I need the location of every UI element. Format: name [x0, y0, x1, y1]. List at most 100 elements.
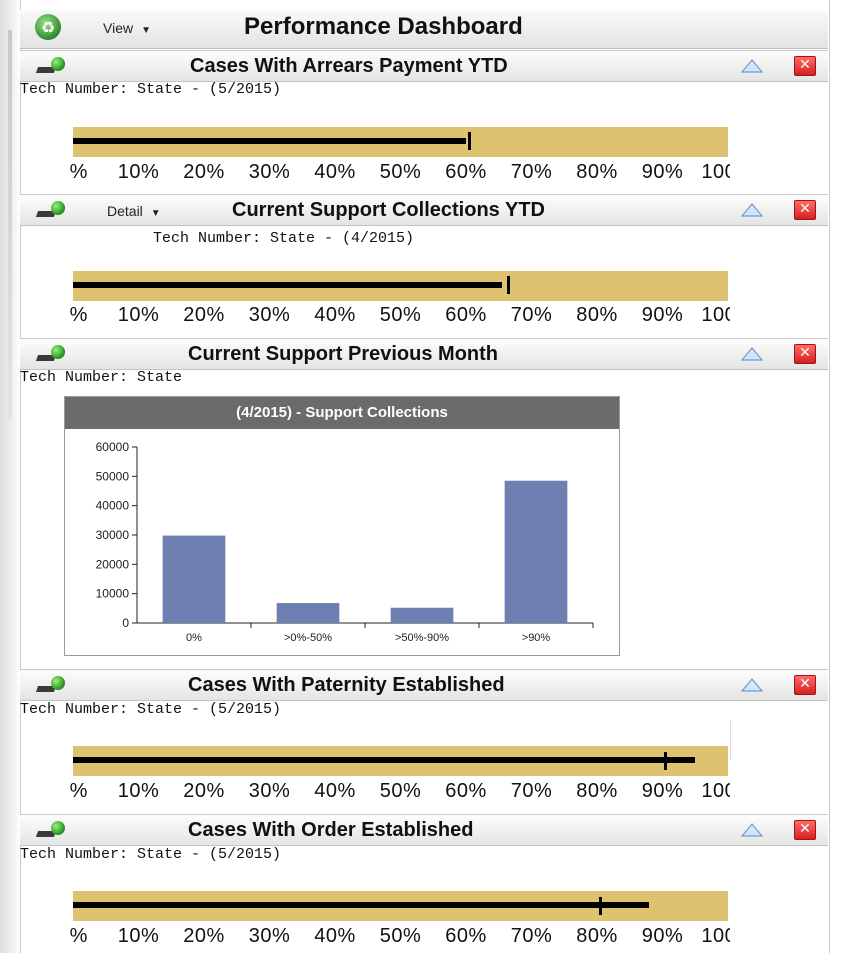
close-icon[interactable]: ✕: [794, 675, 816, 695]
axis-tick-label: 70%: [510, 304, 553, 326]
bullet-gauge-collections: [73, 271, 728, 301]
axis-tick-label: 30%: [248, 925, 291, 947]
triangle-up-icon[interactable]: [741, 203, 763, 217]
y-tick-label: 0: [122, 616, 129, 630]
axis-tick-label: 30%: [248, 780, 291, 802]
axis-tick-label: 50%: [379, 304, 422, 326]
recycle-icon[interactable]: ♻: [35, 14, 61, 40]
view-menu[interactable]: View ▼: [103, 20, 151, 36]
axis-tick-label: 10%: [117, 161, 160, 183]
panel-header-arrears: Cases With Arrears Payment YTD ✕: [20, 50, 828, 82]
y-tick-label: 60000: [96, 440, 130, 454]
axis-tick-label: 90%: [641, 161, 684, 183]
axis-tick-label: 20%: [183, 780, 225, 802]
axis-tick-label: 60%: [445, 161, 487, 183]
x-tick-label: >0%-50%: [284, 632, 332, 644]
panel-title-previous-month: Current Support Previous Month: [188, 343, 498, 365]
axis-tick-label: 50%: [379, 161, 422, 183]
dashboard-title: Performance Dashboard: [244, 13, 523, 40]
triangle-up-icon[interactable]: [741, 678, 763, 692]
panel-title-collections: Current Support Collections YTD: [232, 199, 545, 221]
bullet-marker: [598, 897, 602, 915]
axis-tick-label: 30%: [248, 304, 291, 326]
axis-tick-label: 30%: [248, 161, 291, 183]
chart-title: (4/2015) - Support Collections: [65, 397, 619, 429]
flag-icon[interactable]: [35, 201, 65, 219]
support-collections-chart: (4/2015) - Support Collections 0 10000 200…: [64, 396, 620, 656]
y-tick-label: 20000: [96, 557, 130, 571]
axis-tick-label: 40%: [314, 304, 356, 326]
triangle-up-icon[interactable]: [741, 347, 763, 361]
bullet-axis: 0% 10% 20% 30% 40% 50% 60% 70% 80% 90% 100%: [70, 780, 730, 804]
panel-title-order: Cases With Order Established: [188, 819, 474, 841]
axis-tick-label: 50%: [379, 925, 422, 947]
axis-tick-label: 70%: [510, 780, 553, 802]
panel-subtitle-arrears: Tech Number: State - (5/2015): [20, 81, 282, 98]
triangle-up-icon[interactable]: [741, 823, 763, 837]
divider: [730, 720, 731, 760]
y-tick-label: 50000: [96, 469, 130, 483]
panel-subtitle-previous-month: Tech Number: State: [20, 369, 183, 386]
close-icon[interactable]: ✕: [794, 344, 816, 364]
chevron-down-icon: ▼: [150, 208, 161, 219]
bullet-marker: [664, 752, 668, 770]
bullet-bar: [73, 282, 503, 288]
x-tick-label: >50%-90%: [395, 632, 449, 644]
x-tick-label: >90%: [522, 632, 551, 644]
bar: [390, 607, 454, 623]
edge-shadow: [8, 30, 12, 420]
close-icon[interactable]: ✕: [794, 200, 816, 220]
bar: [504, 480, 568, 623]
bullet-gauge-order: [73, 891, 728, 921]
flag-icon[interactable]: [35, 345, 65, 363]
axis-tick-label: 40%: [314, 161, 356, 183]
axis-tick-label: 0%: [70, 161, 88, 183]
axis-tick-label: 60%: [445, 925, 487, 947]
axis-tick-label: 40%: [314, 780, 356, 802]
axis-tick-label: 10%: [117, 304, 160, 326]
panel-header-paternity: Cases With Paternity Established ✕: [20, 669, 828, 701]
y-tick-label: 40000: [96, 499, 130, 513]
axis-tick-label: 80%: [576, 925, 618, 947]
bullet-gauge-arrears: [73, 127, 728, 157]
flag-icon[interactable]: [35, 676, 65, 694]
panel-subtitle-paternity: Tech Number: State - (5/2015): [20, 701, 282, 718]
axis-tick-label: 70%: [510, 161, 553, 183]
close-icon[interactable]: ✕: [794, 56, 816, 76]
bullet-gauge-paternity: [73, 746, 728, 776]
axis-tick-label: 80%: [576, 161, 618, 183]
axis-tick-label: 90%: [641, 780, 684, 802]
bullet-axis: 0% 10% 20% 30% 40% 50% 60% 70% 80% 90% 100%: [70, 925, 730, 949]
axis-tick-label: 100%: [701, 304, 730, 326]
panel-title-arrears: Cases With Arrears Payment YTD: [190, 55, 508, 77]
triangle-up-icon[interactable]: [741, 59, 763, 73]
bullet-axis: 0% 10% 20% 30% 40% 50% 60% 70% 80% 90% 100%: [70, 161, 730, 185]
flag-icon[interactable]: [35, 821, 65, 839]
panel-title-paternity: Cases With Paternity Established: [188, 674, 505, 696]
detail-menu[interactable]: Detail ▼: [107, 203, 161, 219]
view-menu-label: View: [103, 20, 134, 36]
axis-tick-label: 20%: [183, 925, 225, 947]
close-icon[interactable]: ✕: [794, 820, 816, 840]
axis-tick-label: 60%: [445, 780, 487, 802]
panel-subtitle-order: Tech Number: State - (5/2015): [20, 846, 282, 863]
panel-header-collections: Detail ▼ Current Support Collections YTD …: [20, 194, 828, 226]
axis-tick-label: 10%: [117, 780, 160, 802]
bullet-axis: 0% 10% 20% 30% 40% 50% 60% 70% 80% 90% 100%: [70, 304, 730, 328]
detail-menu-label: Detail: [107, 203, 143, 219]
bullet-bar: [73, 902, 650, 908]
axis-tick-label: 60%: [445, 304, 487, 326]
chevron-down-icon: ▼: [141, 25, 151, 36]
axis-tick-label: 10%: [117, 925, 160, 947]
axis-tick-label: 100%: [701, 925, 730, 947]
axis-tick-label: 80%: [576, 304, 618, 326]
y-tick-label: 30000: [96, 528, 130, 542]
panel-subtitle-collections: Tech Number: State - (4/2015): [153, 230, 415, 247]
flag-icon[interactable]: [35, 57, 65, 75]
bullet-marker: [507, 276, 511, 294]
axis-tick-label: 20%: [183, 304, 225, 326]
axis-tick-label: 70%: [510, 925, 553, 947]
panel-header-previous-month: Current Support Previous Month ✕: [20, 338, 828, 370]
axis-tick-label: 100%: [701, 780, 730, 802]
x-tick-label: 0%: [186, 632, 202, 644]
